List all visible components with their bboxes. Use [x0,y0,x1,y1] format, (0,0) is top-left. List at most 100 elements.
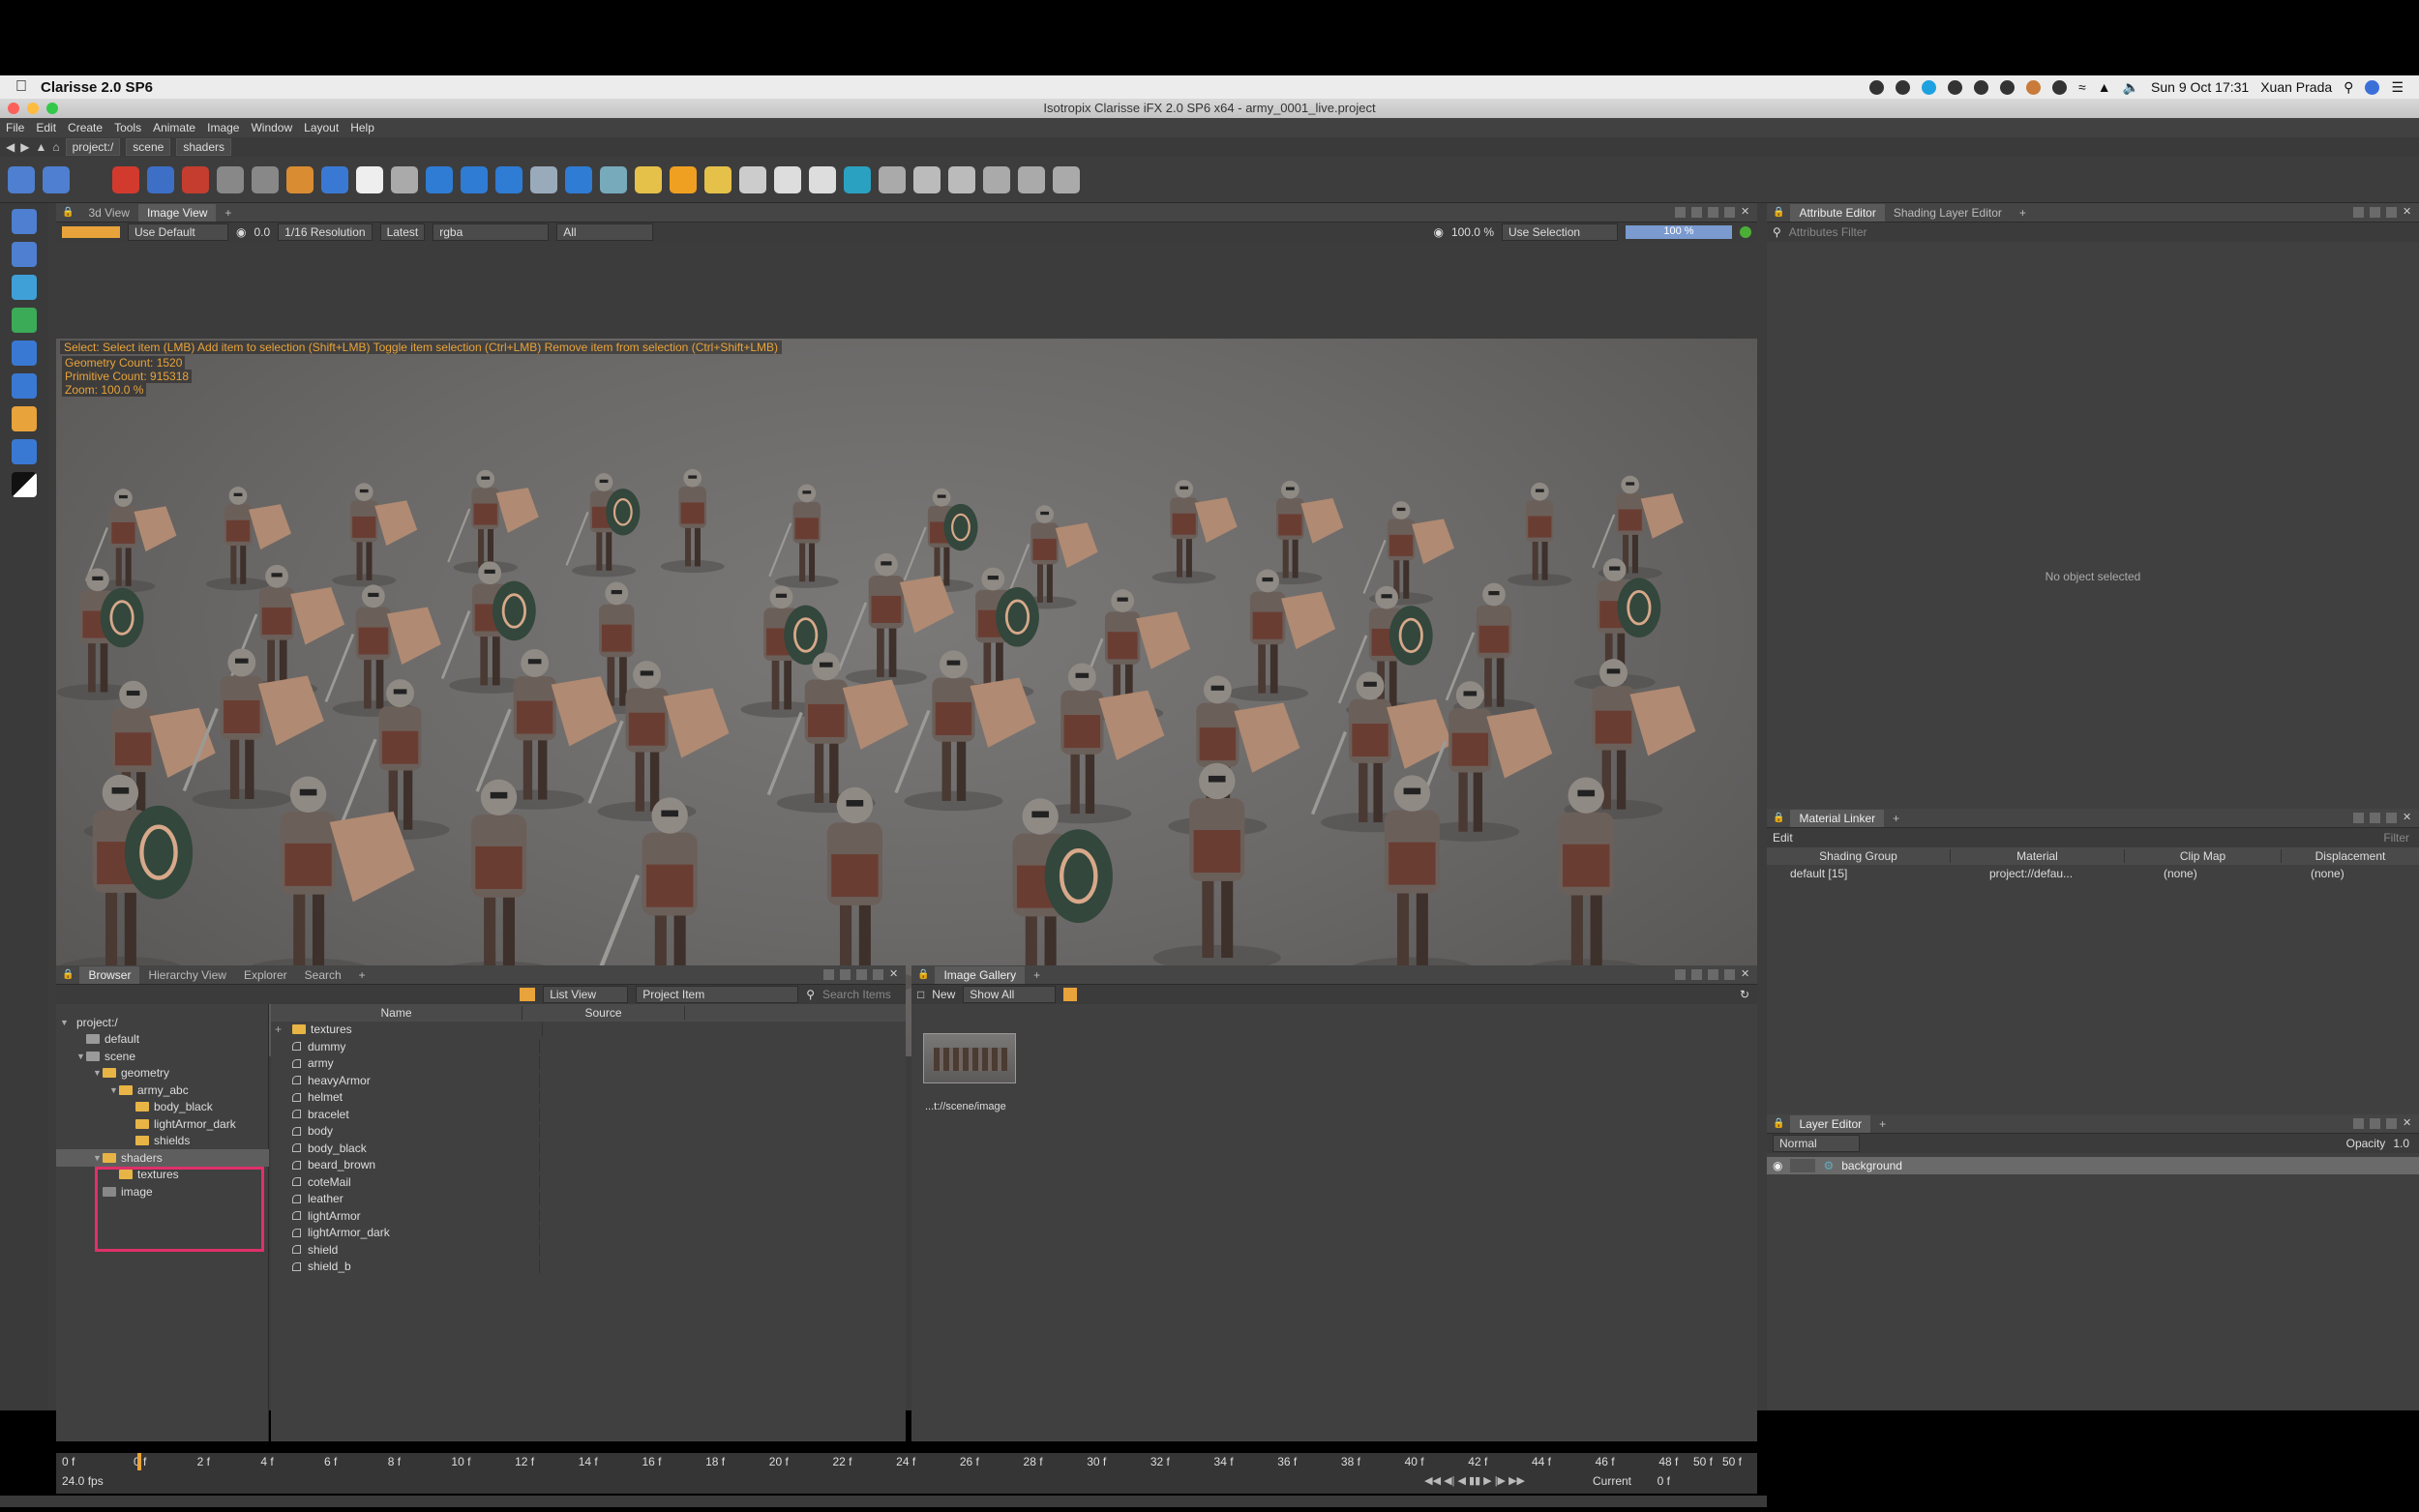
status-icon[interactable] [1948,79,1963,95]
add-tab-icon[interactable]: + [1870,1115,1895,1133]
panel-lock-icon[interactable]: 🔒 [62,207,74,218]
display-mode-icons[interactable] [62,226,120,238]
add-tab-icon[interactable]: + [216,204,240,222]
lut-dropdown[interactable]: Use Default [128,223,228,241]
tab-browser[interactable]: Browser [79,965,140,984]
layer-row[interactable]: ◉ ⚙ background [1767,1157,2419,1174]
new-button[interactable]: New [932,988,955,1001]
navigate-icon[interactable] [12,209,37,234]
menu-create[interactable]: Create [68,121,103,134]
render-status-icon[interactable] [1740,226,1751,238]
search-items-input[interactable]: Search Items [822,988,900,1001]
column-name[interactable]: Name [271,1006,523,1020]
volume-icon[interactable] [565,165,592,193]
panel-lock-icon[interactable]: 🔒 [1773,1118,1784,1129]
map-icon[interactable] [600,165,627,193]
move-icon[interactable] [12,341,37,366]
clock[interactable]: Sun 9 Oct 17:31 [2151,79,2249,95]
forward-arrow-icon[interactable]: ▶ [20,140,29,154]
list-item[interactable]: lightArmor [271,1208,685,1225]
expand-toggle-icon[interactable]: ▼ [93,1153,103,1163]
panel-maximize-icon[interactable] [2386,207,2397,218]
list-item[interactable]: leather [271,1191,685,1208]
menu-file[interactable]: File [6,121,24,134]
camera-icon[interactable] [774,165,801,193]
attributes-filter-input[interactable]: Attributes Filter [1789,225,1867,239]
table-row[interactable]: default [15] project://defau... (none) (… [1767,865,2419,882]
box-icon[interactable] [286,165,314,193]
list-item[interactable]: beard_brown [271,1157,685,1174]
panel-close-icon[interactable]: ✕ [1741,207,1751,218]
expand-toggle-icon[interactable]: ▼ [76,1052,86,1061]
panel-close-icon[interactable]: ✕ [889,969,900,980]
color-swatch-icon[interactable] [12,472,37,497]
gi-icon[interactable] [739,165,766,193]
tree-node[interactable]: ▼ project:/ [56,1014,269,1031]
displacement-cell[interactable]: (none) [2282,867,2419,880]
selection-dropdown[interactable]: Use Selection [1502,223,1618,241]
zoom-window-button[interactable] [46,103,58,114]
tree-node[interactable]: ▼ army_abc [56,1082,269,1099]
expand-toggle-icon[interactable]: ▼ [60,1018,70,1027]
polymesh-icon[interactable] [426,165,453,193]
tab-attribute-editor[interactable]: Attribute Editor [1790,203,1885,222]
panel-close-icon[interactable]: ✕ [1741,969,1751,980]
menu-tools[interactable]: Tools [114,121,141,134]
back-arrow-icon[interactable]: ◀ [6,140,15,154]
fps-readout[interactable]: 24.0 fps [62,1474,104,1488]
history-dropdown[interactable]: Latest [379,223,426,241]
list-item[interactable]: army [271,1055,685,1073]
item-type-dropdown[interactable]: Project Item [636,986,799,1003]
tree-node[interactable]: ▼ shaders [56,1149,269,1167]
panel-close-icon[interactable]: ✕ [2403,813,2413,823]
status-icon[interactable] [2026,79,2042,95]
timeline[interactable]: 0 f 2 f 4 f 6 f 8 f 10 f 12 f 14 f 16 f 18 f 20 f 2… [56,1453,1757,1494]
panel-layout-icon[interactable] [1691,207,1702,218]
close-window-button[interactable] [8,103,19,114]
list-item[interactable]: body [271,1123,685,1141]
exposure-icon[interactable]: ◉ [236,225,246,239]
zoom-icon[interactable]: ◉ [1433,225,1443,239]
tab-image-gallery[interactable]: Image Gallery [935,965,1026,984]
unlock-icon[interactable] [252,165,279,193]
status-icon[interactable] [1922,79,1937,95]
panel-maximize-icon[interactable] [1724,207,1735,218]
add-tab-icon[interactable]: + [1025,966,1049,984]
feather-icon[interactable] [391,165,418,193]
tree-node[interactable]: shields [56,1133,269,1150]
menu-layout[interactable]: Layout [304,121,339,134]
tab-image-view[interactable]: Image View [137,203,217,222]
apple-icon[interactable]:  [15,78,27,96]
playhead[interactable] [137,1453,141,1470]
transform-icon[interactable] [12,242,37,267]
bluetooth-icon[interactable] [2052,79,2068,95]
feather-icon[interactable] [983,165,1010,193]
tab-explorer[interactable]: Explorer [235,966,296,984]
tree-node[interactable]: ▼ scene [56,1048,269,1065]
timeline-end[interactable]: 50 f [1693,1455,1713,1468]
tab-3d-view[interactable]: 3d View [79,204,137,222]
airplay-icon[interactable]: ▲ [2098,79,2111,95]
clip-map-cell[interactable]: (none) [2125,867,2282,880]
list-item[interactable]: heavyArmor [271,1073,685,1089]
add-tab-icon[interactable]: + [1884,810,1908,827]
panel-layout-icon[interactable] [1675,969,1686,980]
tab-search[interactable]: Search [296,966,350,984]
home-icon[interactable]: ⌂ [52,140,59,154]
blend-mode-dropdown[interactable]: Normal [1773,1135,1860,1152]
panel-close-icon[interactable]: ✕ [2403,207,2413,218]
panel-layout-icon[interactable] [823,969,834,980]
spot-light-icon[interactable] [704,165,732,193]
image-icon[interactable] [879,165,906,193]
resolution-dropdown[interactable]: 1/16 Resolution [278,223,373,241]
tab-material-linker[interactable]: Material Linker [1790,809,1885,827]
panel-layout-icon[interactable] [2353,813,2364,823]
menu-animate[interactable]: Animate [153,121,195,134]
app-menu[interactable]: Clarisse 2.0 SP6 [41,79,153,96]
timeline-ruler[interactable]: 0 f 2 f 4 f 6 f 8 f 10 f 12 f 14 f 16 f 18 f 20 f 2… [56,1453,1757,1470]
view-mode-dropdown[interactable]: List View [543,986,629,1003]
select-tool-icon[interactable] [12,406,37,431]
zoom-field[interactable]: 100.0 % [1451,225,1494,239]
pen-icon[interactable] [809,165,836,193]
material-cell[interactable]: project://defau... [1951,867,2125,880]
